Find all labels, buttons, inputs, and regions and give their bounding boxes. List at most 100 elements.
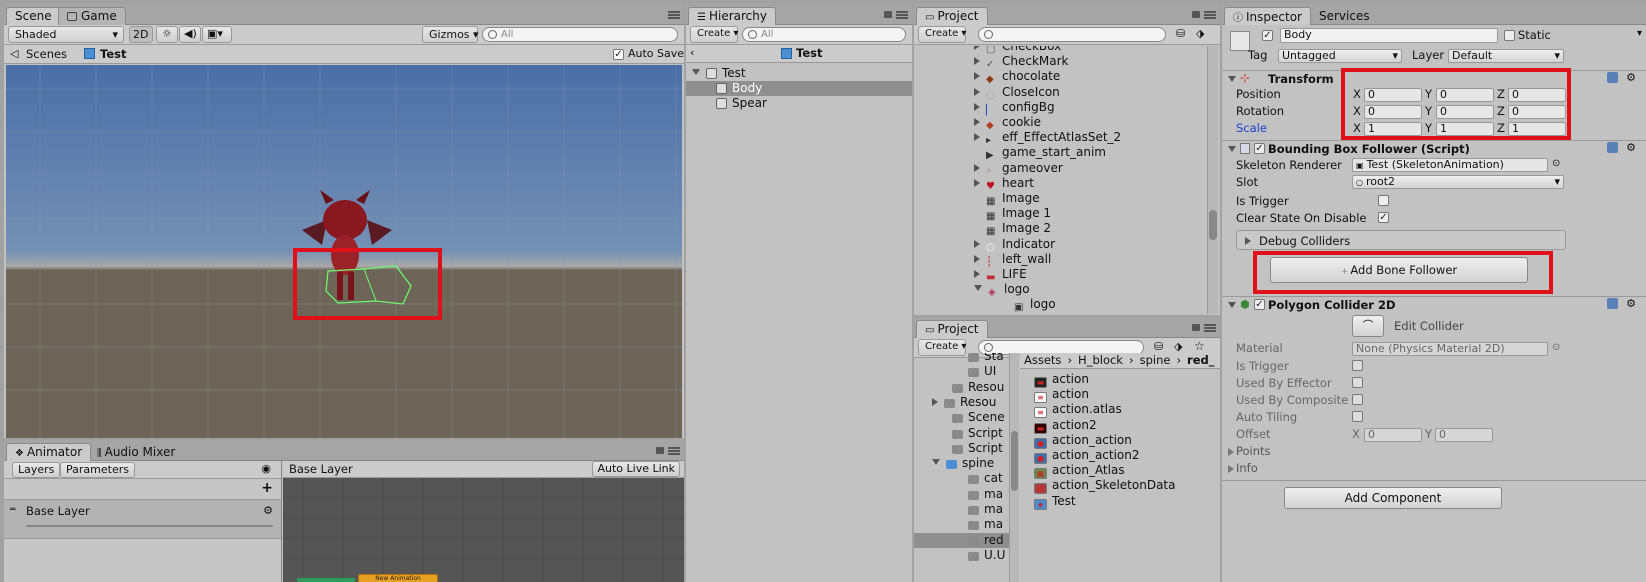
offset-x-field[interactable]: 0 [1364,428,1422,442]
folder-item[interactable]: Script [940,441,1003,456]
project-item[interactable]: ▶ game_start_anim [974,145,1106,161]
static-checkbox[interactable] [1504,30,1515,41]
clear-state-checkbox[interactable]: ✓ [1378,212,1389,223]
asset-item[interactable]: ≡ action.atlas [1034,402,1122,419]
used-by-effector-checkbox[interactable] [1352,377,1363,388]
transform-y-field[interactable]: 1 [1436,122,1494,136]
filter-type-icon[interactable]: ⛁ [1176,27,1185,40]
material-field[interactable]: None (Physics Material 2D) [1352,342,1548,356]
shading-dropdown[interactable]: Shaded ▾ [8,26,124,43]
settings-gear-icon[interactable]: ⚙ [1626,297,1636,310]
expand-arrow-icon[interactable] [932,397,938,406]
graph-breadcrumb[interactable]: Base Layer [289,462,367,476]
project-item[interactable]: ▢ CheckBox [974,46,1061,55]
panel-menu-icon[interactable] [668,447,680,455]
collapse-arrow-icon[interactable] [1228,76,1236,82]
layer-row[interactable]: ═ Base Layer ⚙ [4,499,281,539]
lock-icon[interactable] [1192,324,1200,331]
asset-item[interactable]: ▦ action_Atlas [1034,463,1125,480]
tab-project[interactable]: ▭ Project [916,7,988,25]
project-item[interactable]: ▸ eff_EffectAtlasSet_2 [974,130,1121,146]
tab-parameters[interactable]: Parameters [60,462,135,478]
add-bone-follower-button[interactable]: + Add Bone Follower [1270,257,1528,283]
tab-animator[interactable]: ❖ Animator [6,443,92,461]
asset-item[interactable]: ▬ action [1034,372,1089,388]
hierarchy-item-test[interactable]: Test [692,66,746,81]
help-icon[interactable] [1607,72,1618,83]
expand-arrow-icon[interactable] [974,102,980,111]
folder-item[interactable]: ma [956,517,1003,532]
auto-live-link-toggle[interactable]: Auto Live Link [592,461,680,477]
expand-arrow-icon[interactable] [974,46,980,50]
scene-search-input[interactable]: All [482,27,678,42]
panel-menu-icon[interactable] [1204,11,1216,19]
collapse-arrow-icon[interactable] [1228,302,1236,308]
asset-item[interactable]: ▥ action_SkeletonData [1034,478,1175,495]
project-item[interactable]: ┆ left_wall [974,252,1051,268]
collapse-arrow-icon[interactable] [1228,146,1236,152]
filter-type-icon[interactable]: ⛁ [1154,340,1163,353]
transform-y-field[interactable]: 0 [1436,105,1494,119]
layer-dropdown[interactable]: Default ▾ [1448,49,1564,63]
expand-arrow-icon[interactable] [974,163,980,172]
tab-scene[interactable]: Scene [6,7,61,25]
hierarchy-item-spear[interactable]: Spear [716,96,767,111]
favorite-star-icon[interactable]: ☆ [1194,339,1205,353]
expand-arrow-icon[interactable] [1228,465,1234,473]
project-item[interactable]: ◆ chocolate [974,69,1060,85]
transform-y-field[interactable]: 0 [1436,88,1494,102]
settings-gear-icon[interactable]: ⚙ [1626,71,1636,84]
transform-z-field[interactable]: 0 [1508,105,1566,119]
collapse-arrow-icon[interactable] [692,69,700,75]
help-icon[interactable] [1607,142,1618,153]
back-arrow-icon[interactable]: ‹ [690,46,694,59]
folder-scrollbar[interactable] [1010,353,1019,582]
tab-inspector[interactable]: ⓘ Inspector [1224,7,1311,25]
expand-arrow-icon[interactable] [974,254,980,263]
collapse-arrow-icon[interactable] [974,285,982,292]
expand-arrow-icon[interactable] [974,57,980,66]
project-search-input[interactable] [978,27,1166,42]
project-item[interactable]: ▏ configBg [974,100,1055,116]
project-item[interactable]: ▦ Image 2 [974,221,1051,237]
project-item[interactable]: ♥ heart [974,176,1034,192]
folder-item[interactable]: U.U [956,548,1005,563]
offset-y-field[interactable]: 0 [1435,428,1493,442]
used-by-composite-checkbox[interactable] [1352,394,1363,405]
scrollbar-thumb[interactable] [1209,210,1217,240]
tab-game[interactable]: Game [58,7,126,25]
folder-item[interactable]: cat [956,471,1003,486]
expand-arrow-icon[interactable] [974,72,980,81]
folder-item[interactable]: red [914,532,1009,548]
lock-icon[interactable] [1192,11,1200,18]
effects-icon[interactable]: ▣▾ [202,26,232,43]
breadcrumb-spine[interactable]: spine [1140,353,1171,367]
project-item[interactable]: ◈ logo [974,282,1030,298]
scrollbar-thumb[interactable] [1011,431,1018,491]
tab-audio-mixer[interactable]: ⫼ Audio Mixer [88,443,184,461]
folder-item[interactable]: Script [940,426,1003,441]
auto-save-checkbox[interactable]: ✓ [613,49,624,60]
animator-graph[interactable]: Base Layer Auto Live Link New Animation [283,461,684,582]
filter-label-icon[interactable]: ⬗ [1174,340,1182,353]
panel-menu-icon[interactable] [668,11,680,19]
asset-item[interactable]: ▬ action2 [1034,418,1097,434]
edit-collider-button[interactable]: ⌒ [1352,315,1384,337]
folder-item[interactable]: Resou [932,395,996,410]
folder-item[interactable]: ma [956,502,1003,517]
tab-layers[interactable]: Layers [12,462,61,478]
breadcrumb-test[interactable]: Test [100,47,126,61]
lock-icon[interactable] [884,11,892,18]
expand-arrow-icon[interactable] [1228,448,1234,456]
transform-x-field[interactable]: 0 [1364,105,1422,119]
settings-gear-icon[interactable]: ⚙ [1626,141,1636,154]
poly-is-trigger-checkbox[interactable] [1352,360,1363,371]
entry-node[interactable] [297,578,355,582]
info-foldout[interactable]: Info [1236,461,1258,475]
object-picker-icon[interactable]: ⊙ [1552,342,1560,353]
expand-arrow-icon[interactable] [974,87,980,96]
collapse-arrow-icon[interactable] [932,459,940,466]
tab-hierarchy[interactable]: ☰ Hierarchy [688,7,776,25]
folder-item[interactable]: Scene [940,410,1005,425]
audio-icon[interactable]: ◀) [179,26,201,43]
